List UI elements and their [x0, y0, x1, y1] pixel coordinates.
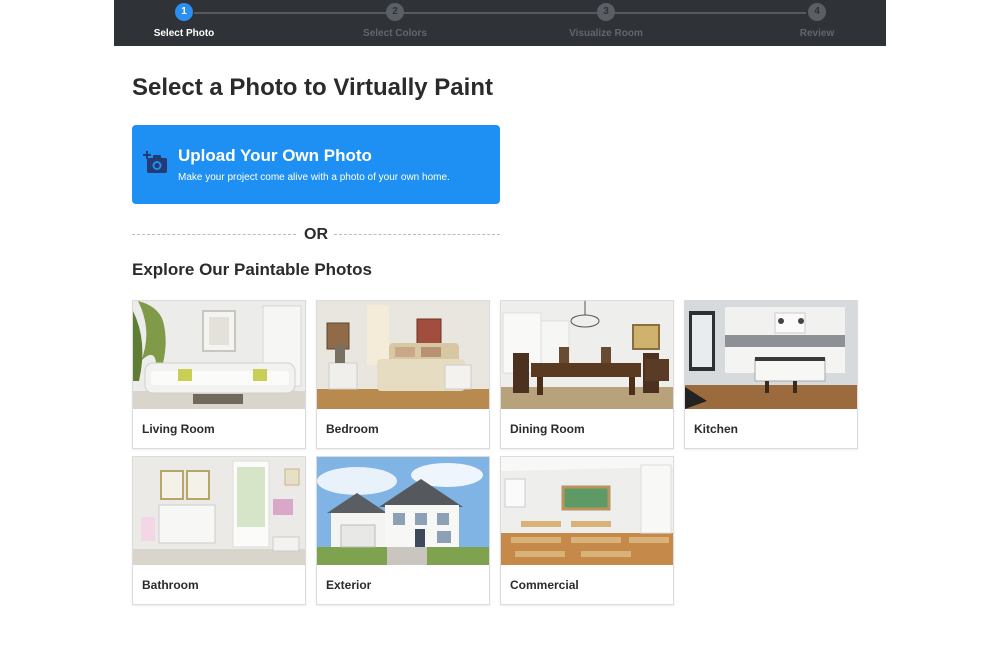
upload-title: Upload Your Own Photo	[178, 146, 372, 165]
card-label: Dining Room	[510, 422, 585, 436]
step-number: 2	[386, 3, 404, 21]
photo-card-living-room[interactable]: Living Room	[132, 300, 306, 449]
step-label: Select Colors	[363, 28, 427, 39]
step-label: Select Photo	[153, 28, 215, 39]
step-review[interactable]: 4 Review	[747, 3, 887, 39]
photo-card-exterior[interactable]: Exterior	[316, 456, 490, 605]
stepper-line	[194, 12, 806, 14]
photo-card-commercial[interactable]: Commercial	[500, 456, 674, 605]
progress-stepper: 1 Select Photo 2 Select Colors 3 Visuali…	[114, 0, 886, 46]
photo-card-bathroom[interactable]: Bathroom	[132, 456, 306, 605]
step-number: 3	[597, 3, 615, 21]
step-visualize-room[interactable]: 3 Visualize Room	[536, 3, 676, 39]
card-label: Kitchen	[694, 422, 739, 436]
kitchen-photo	[685, 301, 857, 409]
card-label: Bedroom	[326, 422, 379, 436]
step-label: Review	[799, 28, 835, 39]
step-number: 4	[808, 3, 826, 21]
commercial-photo	[501, 457, 673, 565]
living-room-photo	[133, 301, 305, 409]
card-label: Exterior	[326, 578, 372, 592]
card-label: Living Room	[142, 422, 215, 436]
step-select-colors[interactable]: 2 Select Colors	[325, 3, 465, 39]
step-number: 1	[175, 3, 193, 21]
exterior-photo	[317, 457, 489, 565]
upload-photo-button[interactable]: Upload Your Own Photo Make your project …	[132, 125, 500, 204]
section-title: Explore Our Paintable Photos	[132, 260, 372, 279]
divider-line	[334, 234, 500, 235]
bathroom-photo	[133, 457, 305, 565]
bedroom-photo	[317, 301, 489, 409]
card-label: Commercial	[510, 578, 579, 592]
upload-subtitle: Make your project come alive with a phot…	[178, 172, 450, 183]
photo-card-dining-room[interactable]: Dining Room	[500, 300, 674, 449]
or-text: OR	[304, 226, 328, 243]
page-title: Select a Photo to Virtually Paint	[132, 74, 493, 101]
card-label: Bathroom	[142, 578, 199, 592]
dining-room-photo	[501, 301, 673, 409]
photo-card-bedroom[interactable]: Bedroom	[316, 300, 490, 449]
step-select-photo[interactable]: 1 Select Photo	[114, 3, 254, 39]
photo-card-kitchen[interactable]: Kitchen	[684, 300, 858, 449]
or-divider: OR	[132, 225, 500, 245]
step-label: Visualize Room	[569, 28, 643, 39]
add-camera-icon	[143, 151, 169, 175]
